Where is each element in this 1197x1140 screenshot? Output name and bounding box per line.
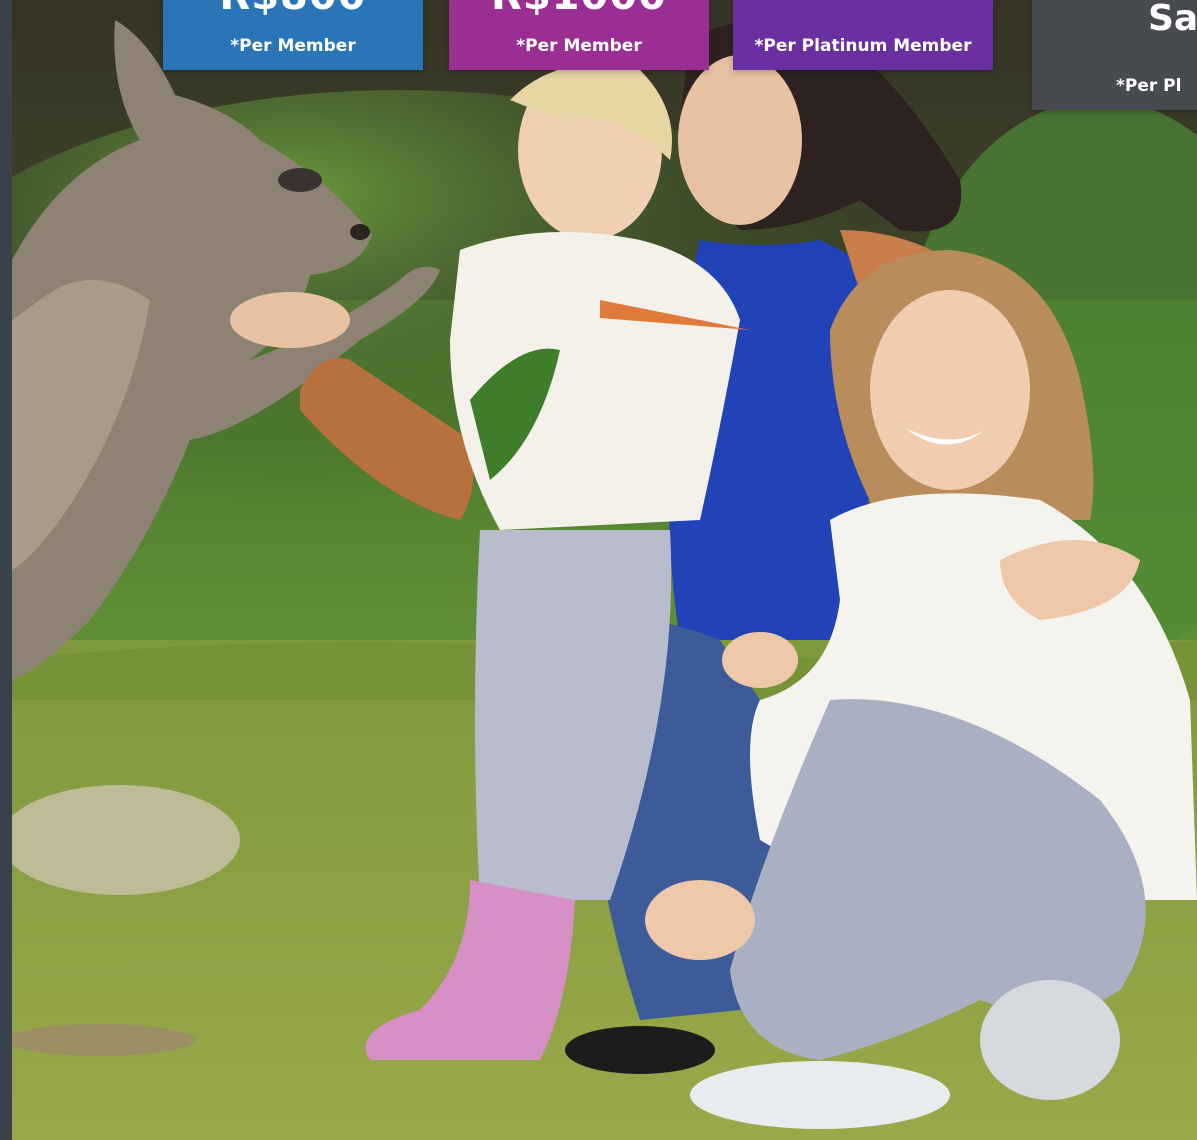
promo-badge-member-price-2[interactable]: R$1000 *Per Member — [449, 0, 709, 70]
badge-note: *Per Platinum Member — [754, 36, 972, 56]
promo-badge-member-price[interactable]: R$800 *Per Member — [163, 0, 423, 70]
family-kangaroo-photo — [0, 0, 1197, 1140]
badge-heading: Sa — [1148, 0, 1197, 39]
photo-illustration — [0, 0, 1197, 1140]
badge-note: *Per Member — [230, 36, 356, 56]
promo-badge-platinum-savings[interactable]: Sa *Per Pl — [1032, 0, 1197, 110]
badge-price: R$1000 — [449, 0, 709, 16]
badge-note: *Per Pl — [1116, 76, 1182, 96]
badge-price: R$800 — [163, 0, 423, 16]
badge-note: *Per Member — [516, 36, 642, 56]
left-frame-edge — [0, 0, 12, 1140]
promo-badge-platinum[interactable]: *Per Platinum Member — [733, 0, 993, 70]
